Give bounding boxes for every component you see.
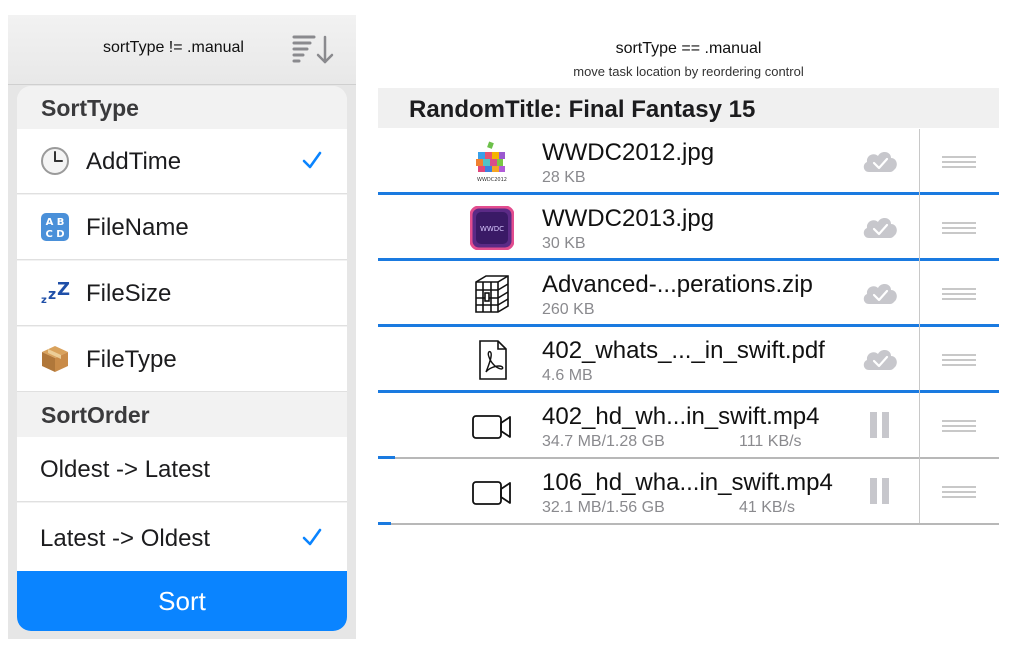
reorder-handle-icon[interactable] — [941, 286, 977, 302]
cloud-check-icon — [860, 276, 900, 310]
section-header-label: RandomTitle: Final Fantasy 15 — [409, 96, 756, 123]
reorder-handle-icon[interactable] — [941, 352, 977, 368]
pdf-document-icon — [470, 338, 514, 382]
section-header: RandomTitle: Final Fantasy 15 — [378, 88, 999, 128]
sort-option-filename[interactable]: A B C D FileName — [17, 195, 347, 260]
progress-bar-fill — [378, 522, 392, 525]
task-file-name: 402_hd_wh...in_swift.mp4 — [542, 403, 820, 430]
task-file-size: 4.6 MB — [542, 367, 593, 384]
sort-order-label: Oldest -> Latest — [40, 456, 211, 483]
pause-icon[interactable] — [860, 474, 900, 508]
sort-option-label: AddTime — [86, 148, 182, 175]
right-subtitle: move task location by reordering control — [573, 64, 804, 79]
sort-option-label: FileType — [86, 346, 177, 373]
reorder-column-divider — [919, 129, 920, 523]
sort-button[interactable]: Sort — [17, 571, 347, 631]
reorder-handle-icon[interactable] — [941, 154, 977, 170]
svg-text:C D: C D — [45, 229, 64, 240]
svg-text:Z: Z — [57, 279, 70, 300]
abcd-icon: A B C D — [41, 213, 69, 241]
pause-icon[interactable] — [860, 408, 900, 442]
sort-option-filetype[interactable]: FileType — [17, 327, 347, 392]
wwdc2013-thumbnail: WWDC — [469, 205, 515, 251]
cloud-check-icon — [860, 342, 900, 376]
reorder-handle-icon[interactable] — [941, 418, 977, 434]
sort-option-label: FileSize — [86, 280, 172, 307]
task-file-size: 28 KB — [542, 169, 586, 186]
right-title: sortType == .manual — [615, 40, 762, 57]
video-camera-icon — [470, 404, 514, 448]
left-navigation-bar: sortType != .manual — [8, 15, 356, 85]
task-row[interactable]: WWDC2012 WWDC2012.jpg 28 KB — [378, 129, 999, 195]
svg-text:z: z — [48, 287, 56, 303]
wwdc2012-thumbnail: WWDC2012 — [470, 140, 514, 184]
sorttype-header-label: SortType — [41, 95, 139, 121]
svg-text:WWDC2012: WWDC2012 — [477, 177, 507, 183]
checkmark-icon — [302, 528, 322, 546]
svg-text:WWDC: WWDC — [480, 225, 504, 233]
zip-archive-icon — [470, 272, 514, 316]
task-file-size: 260 KB — [542, 301, 595, 318]
reorder-handle-icon[interactable] — [941, 220, 977, 236]
task-row[interactable]: 402_whats_..._in_swift.pdf 4.6 MB — [378, 327, 999, 393]
sort-option-filesize[interactable]: z z Z FileSize — [17, 261, 347, 326]
sort-option-addtime[interactable]: AddTime — [17, 129, 347, 194]
task-file-size: 32.1 MB/1.56 GB — [542, 499, 665, 516]
task-row[interactable]: 106_hd_wha...in_swift.mp4 32.1 MB/1.56 GB… — [378, 459, 999, 525]
task-file-name: WWDC2013.jpg — [542, 205, 715, 232]
sorttype-section-header: SortType — [17, 86, 347, 129]
task-file-size: 30 KB — [542, 235, 586, 252]
cloud-check-icon — [860, 144, 900, 178]
sort-order-label: Latest -> Oldest — [40, 525, 211, 552]
task-download-speed: 111 KB/s — [739, 433, 802, 450]
zzz-icon: z z Z — [41, 279, 70, 306]
clock-icon — [41, 147, 69, 175]
left-title: sortType != .manual — [103, 39, 244, 56]
sort-popover: SortType AddTime A B C D FileName z z Z … — [17, 86, 347, 631]
video-camera-icon — [470, 470, 514, 514]
package-icon — [42, 346, 68, 372]
task-download-speed: 41 KB/s — [739, 499, 796, 516]
sort-order-oldest-latest[interactable]: Oldest -> Latest — [17, 437, 347, 502]
svg-text:z: z — [41, 295, 47, 306]
svg-text:A B: A B — [46, 217, 65, 228]
task-file-name: 402_whats_..._in_swift.pdf — [542, 337, 825, 364]
task-file-name: 106_hd_wha...in_swift.mp4 — [542, 469, 833, 496]
reorder-handle-icon[interactable] — [941, 484, 977, 500]
checkmark-icon — [302, 151, 322, 169]
task-row[interactable]: WWDC WWDC2013.jpg 30 KB — [378, 195, 999, 261]
sort-descending-icon[interactable] — [292, 33, 334, 65]
sortorder-header-label: SortOrder — [41, 402, 150, 428]
progress-track — [378, 523, 999, 525]
sort-order-latest-oldest[interactable]: Latest -> Oldest — [17, 503, 347, 571]
task-row[interactable]: Advanced-...perations.zip 260 KB — [378, 261, 999, 327]
task-file-name: Advanced-...perations.zip — [542, 271, 813, 298]
task-file-name: WWDC2012.jpg — [542, 139, 715, 166]
sort-option-label: FileName — [86, 214, 189, 241]
cloud-check-icon — [860, 210, 900, 244]
task-row[interactable]: 402_hd_wh...in_swift.mp4 34.7 MB/1.28 GB 1… — [378, 393, 999, 459]
sort-options-panel: sortType != .manual SortType AddTime A B… — [8, 15, 356, 639]
task-file-size: 34.7 MB/1.28 GB — [542, 433, 665, 450]
sortorder-section-header: SortOrder — [17, 393, 347, 436]
